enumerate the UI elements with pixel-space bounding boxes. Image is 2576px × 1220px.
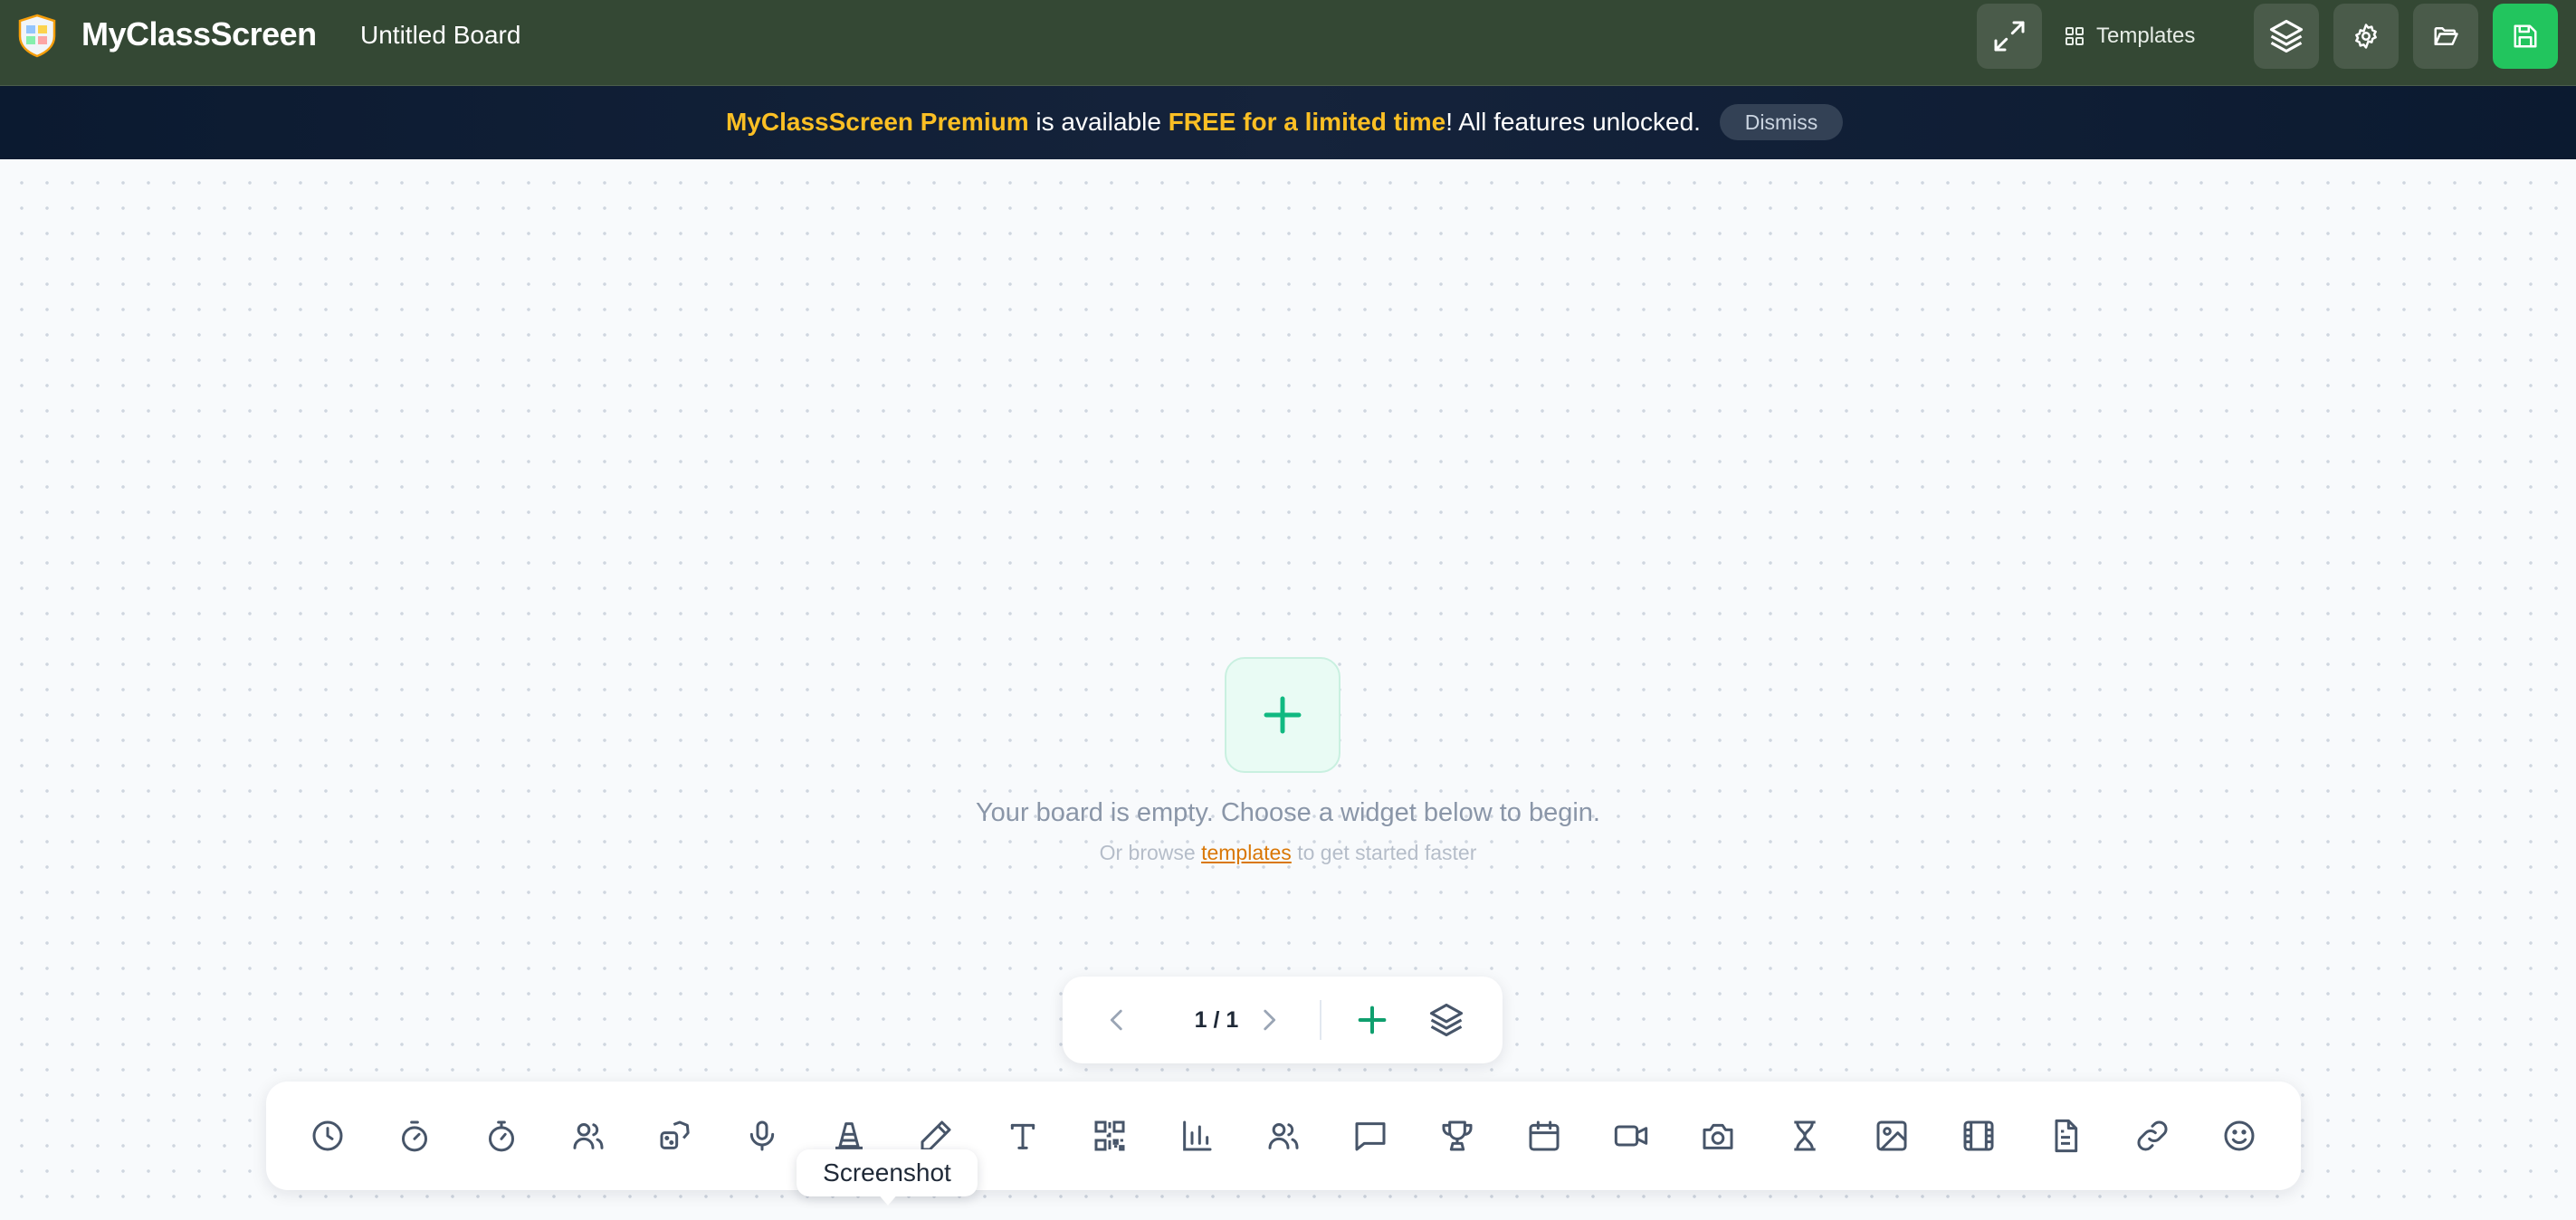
tool-hourglass[interactable] xyxy=(1778,1109,1832,1163)
empty-board-message: Your board is empty. Choose a widget bel… xyxy=(976,798,1600,827)
bar-chart-icon xyxy=(1178,1118,1215,1154)
folder-icon xyxy=(2432,23,2459,50)
users-icon xyxy=(1265,1118,1302,1154)
hint-before: Or browse xyxy=(1099,841,1202,864)
banner-text-mid: is available xyxy=(1028,108,1169,136)
add-page-icon xyxy=(1354,1002,1390,1038)
video-camera-icon xyxy=(1613,1118,1649,1154)
camera-icon xyxy=(1700,1118,1736,1154)
page-layers-button[interactable] xyxy=(1425,998,1468,1042)
tool-calendar[interactable] xyxy=(1517,1109,1571,1163)
tool-clock[interactable] xyxy=(301,1109,355,1163)
dismiss-button[interactable]: Dismiss xyxy=(1720,104,1843,140)
text-icon xyxy=(1005,1118,1041,1154)
pencil-icon xyxy=(918,1118,954,1154)
dice-icon xyxy=(657,1118,693,1154)
fullscreen-icon xyxy=(1991,18,2027,54)
templates-button[interactable]: Templates xyxy=(2064,16,2195,56)
tooltip-screenshot: Screenshot xyxy=(797,1149,978,1196)
page-navigator: 1 / 1 xyxy=(1063,977,1503,1063)
templates-label: Templates xyxy=(2096,24,2196,48)
add-widget-button[interactable] xyxy=(1225,657,1340,773)
banner-premium-name: MyClassScreen Premium xyxy=(726,108,1029,136)
top-bar: MyClassScreen Untitled Board Templates xyxy=(0,0,2576,86)
widget-toolbar xyxy=(266,1082,2301,1190)
gear-icon xyxy=(2352,23,2380,50)
tool-qr-code[interactable] xyxy=(1083,1109,1137,1163)
users-icon xyxy=(570,1118,606,1154)
trophy-icon xyxy=(1439,1118,1475,1154)
calendar-icon xyxy=(1526,1118,1562,1154)
layers-icon xyxy=(1426,1000,1466,1040)
chat-bubble-icon xyxy=(1352,1118,1388,1154)
tool-link[interactable] xyxy=(2125,1109,2180,1163)
image-icon xyxy=(1874,1118,1910,1154)
premium-banner: MyClassScreen Premium is available FREE … xyxy=(0,86,2576,159)
tool-image[interactable] xyxy=(1865,1109,1919,1163)
tool-stopwatch[interactable] xyxy=(474,1109,529,1163)
banner-text-end: ! All features unlocked. xyxy=(1445,108,1701,136)
fullscreen-button[interactable] xyxy=(1977,4,2042,69)
qr-code-icon xyxy=(1092,1118,1128,1154)
empty-board-hint: Or browse templates to get started faste… xyxy=(0,838,2576,867)
chevron-left-icon xyxy=(1102,1005,1132,1035)
add-page-button[interactable] xyxy=(1350,998,1394,1042)
hint-after: to get started faster xyxy=(1291,841,1477,864)
board-canvas[interactable]: Your board is empty. Choose a widget bel… xyxy=(0,159,2576,1220)
smiley-icon xyxy=(2221,1118,2257,1154)
templates-grid-icon xyxy=(2064,25,2085,47)
app-name: MyClassScreen xyxy=(81,15,317,52)
previous-page-button[interactable] xyxy=(1095,998,1139,1042)
banner-free-text: FREE for a limited time xyxy=(1168,108,1446,136)
timer-icon xyxy=(396,1118,433,1154)
tool-document[interactable] xyxy=(2038,1109,2093,1163)
tool-timer[interactable] xyxy=(387,1109,442,1163)
banner-message: MyClassScreen Premium is available FREE … xyxy=(726,106,1701,138)
settings-button[interactable] xyxy=(2333,4,2399,69)
document-icon xyxy=(2047,1118,2084,1154)
microphone-icon xyxy=(744,1118,780,1154)
layers-button[interactable] xyxy=(2254,4,2319,69)
tool-text[interactable] xyxy=(996,1109,1050,1163)
tool-dice[interactable] xyxy=(648,1109,702,1163)
tool-sound-level[interactable] xyxy=(735,1109,789,1163)
plus-icon xyxy=(1258,691,1307,739)
traffic-cone-icon xyxy=(831,1118,867,1154)
chevron-right-icon xyxy=(1254,1005,1284,1035)
save-icon xyxy=(2512,23,2539,50)
save-button[interactable] xyxy=(2493,4,2558,69)
hourglass-icon xyxy=(1787,1118,1823,1154)
board-title[interactable]: Untitled Board xyxy=(360,18,520,52)
tool-film[interactable] xyxy=(1951,1109,2006,1163)
clock-icon xyxy=(310,1118,346,1154)
link-icon xyxy=(2134,1118,2171,1154)
tool-poll[interactable] xyxy=(1169,1109,1224,1163)
tool-trophy[interactable] xyxy=(1430,1109,1484,1163)
stopwatch-icon xyxy=(483,1118,520,1154)
tool-name-picker[interactable] xyxy=(1256,1109,1311,1163)
pager-divider xyxy=(1320,1000,1321,1040)
open-board-button[interactable] xyxy=(2413,4,2478,69)
templates-link[interactable]: templates xyxy=(1201,841,1292,864)
tool-screenshot[interactable] xyxy=(1691,1109,1745,1163)
tool-chat[interactable] xyxy=(1343,1109,1398,1163)
film-icon xyxy=(1961,1118,1997,1154)
tool-video[interactable] xyxy=(1604,1109,1658,1163)
tool-emoji[interactable] xyxy=(2212,1109,2266,1163)
app-logo xyxy=(14,13,60,58)
next-page-button[interactable] xyxy=(1247,998,1291,1042)
tool-group-maker[interactable] xyxy=(561,1109,615,1163)
tooltip-arrow xyxy=(877,1193,899,1206)
layers-icon xyxy=(2266,16,2306,56)
